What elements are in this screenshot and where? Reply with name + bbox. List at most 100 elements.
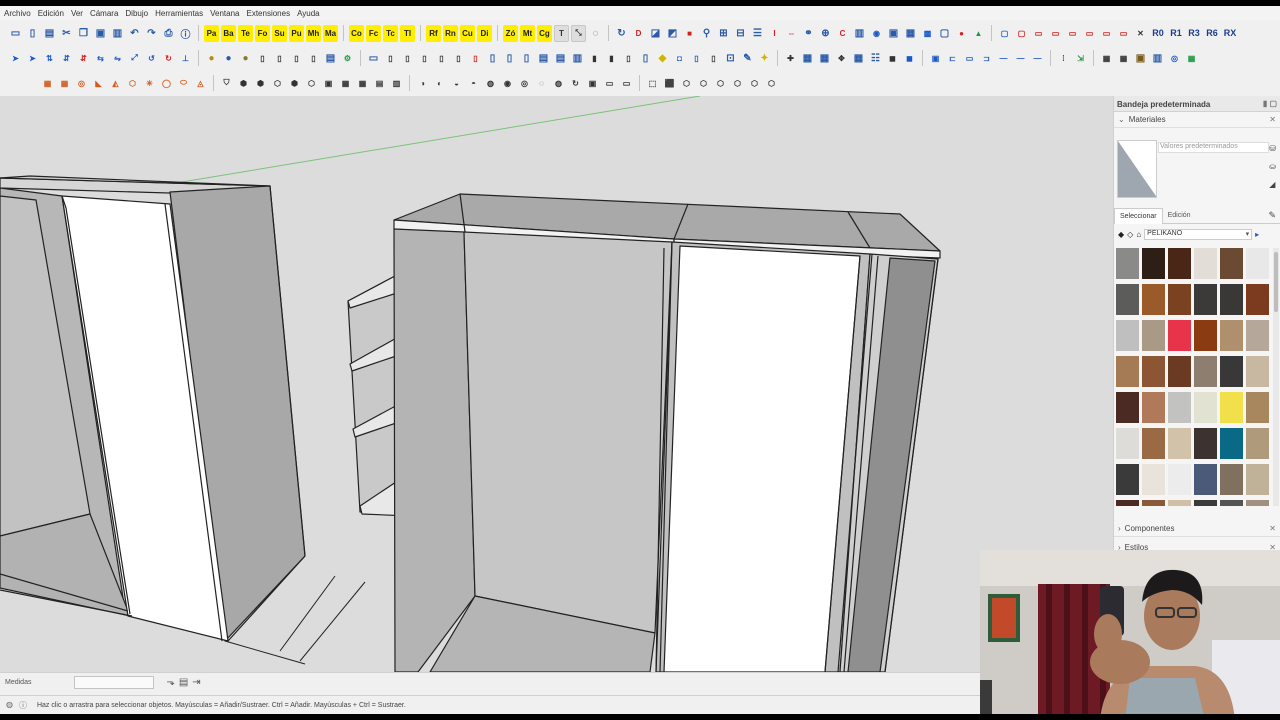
menu-ver[interactable]: Ver <box>71 9 83 18</box>
paste-icon[interactable]: ▣ <box>93 25 108 42</box>
material-swatch[interactable] <box>1246 248 1269 279</box>
refresh-icon[interactable]: ↻ <box>614 25 629 42</box>
swatches-scrollbar[interactable] <box>1273 248 1279 506</box>
component-button-pu[interactable]: Pu <box>289 24 304 42</box>
close-icon[interactable]: ✕ <box>1269 115 1276 124</box>
red-square-icon[interactable]: ■ <box>682 25 697 42</box>
rotate-r6-button[interactable]: R6 <box>1204 28 1220 38</box>
flip-icon[interactable]: ⇋ <box>110 50 125 67</box>
cube-black-icon[interactable]: ◼ <box>885 50 900 67</box>
print-icon[interactable]: ⎙ <box>161 25 176 42</box>
material-swatch[interactable] <box>1116 320 1139 351</box>
handle3-icon[interactable]: ▯ <box>621 50 636 67</box>
rotate-r0-button[interactable]: R0 <box>1150 28 1166 38</box>
close-icon[interactable]: ✕ <box>1269 524 1276 533</box>
material-swatch[interactable] <box>1116 248 1139 279</box>
layers-icon[interactable]: ◩ <box>665 25 680 42</box>
component-button-fo[interactable]: Fo <box>255 24 270 42</box>
grid-dark2-icon[interactable]: ▦ <box>1116 50 1131 67</box>
scale-icon[interactable]: ⤢ <box>127 50 142 67</box>
move-red-icon[interactable]: ⇵ <box>76 50 91 67</box>
component-button-tc[interactable]: Tc <box>383 24 398 42</box>
grid-dark-icon[interactable]: ▦ <box>1099 50 1114 67</box>
box3-icon[interactable]: ▯ <box>706 50 721 67</box>
list-icon[interactable]: ☰ <box>750 25 765 42</box>
move-up-icon[interactable]: ⇅ <box>42 50 57 67</box>
component-button-di[interactable]: Di <box>477 24 492 42</box>
tray-pin-icon[interactable]: ▮ ▢ <box>1263 99 1277 108</box>
material-swatch[interactable] <box>1142 464 1165 495</box>
component-button-zo[interactable]: Zó <box>503 24 518 42</box>
sample-icon[interactable]: ⛀ <box>1269 162 1276 171</box>
handle2-icon[interactable]: ▮ <box>604 50 619 67</box>
material-swatch[interactable] <box>1246 320 1269 351</box>
frame-icon[interactable]: ▢ <box>997 25 1012 42</box>
material-swatch[interactable] <box>1168 248 1191 279</box>
tape-icon[interactable]: ✦ <box>757 50 772 67</box>
scrollbar-thumb[interactable] <box>1274 252 1278 312</box>
solid10-icon[interactable]: ▤ <box>372 75 387 92</box>
sphere-icon[interactable]: ● <box>221 50 236 67</box>
menu-herramientas[interactable]: Herramientas <box>155 9 203 18</box>
export-icon[interactable]: ⇥ <box>192 677 200 688</box>
list-icon[interactable]: ▤ <box>179 677 188 688</box>
wand-icon[interactable]: ⚲ <box>699 25 714 42</box>
material-swatch[interactable] <box>1116 428 1139 459</box>
right-wardrobe[interactable] <box>393 193 941 672</box>
material-swatch[interactable] <box>1142 500 1165 506</box>
material-swatch[interactable] <box>1220 464 1243 495</box>
scene-icon[interactable]: ▢ <box>937 25 952 42</box>
boolean11-icon[interactable]: ▣ <box>585 75 600 92</box>
torus-icon[interactable]: ◯ <box>159 75 174 92</box>
undo-icon[interactable]: ↶ <box>127 25 142 42</box>
library-select[interactable]: PELIKANO ▾ <box>1144 228 1253 240</box>
handle-icon[interactable]: ▮ <box>587 50 602 67</box>
sheet-icon[interactable]: ⬎ <box>166 677 174 688</box>
draw-box-icon[interactable]: ▦ <box>40 75 55 92</box>
door-icon[interactable]: ▯ <box>468 50 483 67</box>
material-swatch[interactable] <box>1116 392 1139 423</box>
shelf-icon[interactable]: ▭ <box>366 50 381 67</box>
align-icon[interactable]: ⊥ <box>178 50 193 67</box>
component-button-co[interactable]: Co <box>349 24 364 42</box>
draw-box2-icon[interactable]: ▦ <box>57 75 72 92</box>
solid-icon[interactable]: ⛉ <box>219 75 234 92</box>
forward-arrow-icon[interactable]: ◇ <box>1127 230 1133 239</box>
material-swatch[interactable] <box>1168 500 1191 506</box>
handle4-icon[interactable]: ▯ <box>638 50 653 67</box>
gold-sphere-icon[interactable]: ● <box>204 50 219 67</box>
dimension-icon[interactable]: ⤡ <box>571 24 586 42</box>
solid4-icon[interactable]: ⬡ <box>270 75 285 92</box>
shelf6-icon[interactable]: ▯ <box>451 50 466 67</box>
close-icon[interactable]: ✕ <box>1133 25 1148 42</box>
material-swatch[interactable] <box>1142 356 1165 387</box>
tray-icon[interactable]: ▤ <box>323 50 338 67</box>
new-file-icon[interactable]: ▭ <box>8 25 23 42</box>
boolean-icon[interactable]: ◑ <box>415 75 430 92</box>
rotate-r1-button[interactable]: R1 <box>1168 28 1184 38</box>
table3-icon[interactable]: ▦ <box>851 50 866 67</box>
material-swatch[interactable] <box>1194 428 1217 459</box>
ruby-icon[interactable]: ● <box>954 25 969 42</box>
material-swatch[interactable] <box>1142 428 1165 459</box>
rect2-icon[interactable]: ▭ <box>1048 25 1063 42</box>
menu-ayuda[interactable]: Ayuda <box>297 9 320 18</box>
triangle-icon[interactable]: ◭ <box>108 75 123 92</box>
solid5-icon[interactable]: ⬢ <box>287 75 302 92</box>
rotate-blue-icon[interactable]: ↺ <box>144 50 159 67</box>
material-swatch[interactable] <box>1194 356 1217 387</box>
bars-icon[interactable]: ⁞ <box>1056 50 1071 67</box>
move-icon[interactable]: ⇵ <box>59 50 74 67</box>
menu-camara[interactable]: Cámara <box>90 9 118 18</box>
material-swatch[interactable] <box>1220 392 1243 423</box>
component-button-su[interactable]: Su <box>272 24 287 42</box>
door3-icon[interactable]: ▯ <box>502 50 517 67</box>
view-iso-icon[interactable]: ⬚ <box>645 75 660 92</box>
component-button-rn[interactable]: Rn <box>443 24 458 42</box>
shelf4-icon[interactable]: ▯ <box>417 50 432 67</box>
solid2-icon[interactable]: ⬢ <box>236 75 251 92</box>
rect5-icon[interactable]: ▭ <box>1099 25 1114 42</box>
plugin-icon[interactable]: ▲ <box>971 25 986 42</box>
material-swatch[interactable] <box>1220 428 1243 459</box>
view-front-icon[interactable]: ⬡ <box>679 75 694 92</box>
